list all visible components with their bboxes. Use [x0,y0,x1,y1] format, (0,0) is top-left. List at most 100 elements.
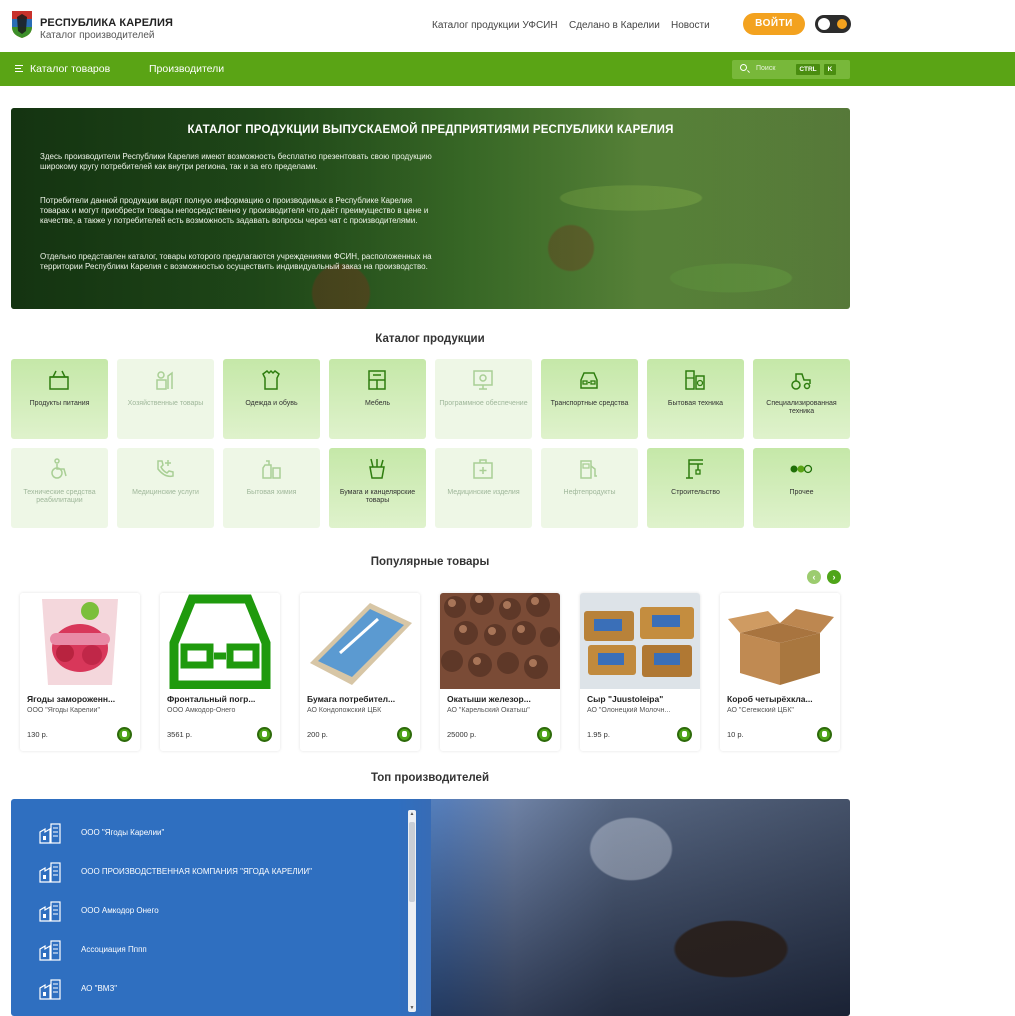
product-image[interactable] [160,593,280,689]
catalog-tile[interactable]: Бытовая техника [647,359,744,439]
menu-producers[interactable]: Производители [149,63,224,75]
producer-name[interactable]: АО "ВМЗ" [81,984,117,993]
brand[interactable]: РЕСПУБЛИКА КАРЕЛИЯ Каталог производителе… [40,17,173,41]
karelia-coat-of-arms-logo[interactable] [10,9,34,39]
producer-badge-icon[interactable] [117,727,132,742]
catalog-tile-label: Технические средства реабилитации [23,489,96,504]
producer-badge-icon[interactable] [817,727,832,742]
catalog-tile-label: Транспортные средства [550,400,629,407]
catalog-tile-label: Программное обеспечение [439,400,528,407]
catalog-tile[interactable]: Транспортные средства [541,359,638,439]
product-name[interactable]: Короб четырёхкла... [727,694,835,704]
stationery-icon [365,457,389,481]
product-maker[interactable]: АО "Карельский Окатыш" [447,707,555,714]
producer-name[interactable]: Ассоциация Пппп [81,945,147,954]
producer-name[interactable]: ООО ПРОИЗВОДСТВЕННАЯ КОМПАНИЯ "ЯГОДА КАР… [81,867,312,876]
product-price: 25000 р. [447,730,477,739]
scroll-thumb[interactable] [409,822,415,902]
producer-badge-icon[interactable] [677,727,692,742]
product-maker[interactable]: ООО "Ягоды Карелии" [27,707,135,714]
appliance-icon [683,368,707,392]
product-image[interactable] [720,593,840,689]
catalog-tile[interactable]: Хозяйственные товары [117,359,214,439]
product-name[interactable]: Ягоды замороженн... [27,694,135,704]
scroll-up-icon[interactable]: ▲ [409,811,415,817]
product-card[interactable]: Короб четырёхкла... АО "Сегежский ЦБК" 10 … [720,593,840,751]
product-image[interactable] [580,593,700,689]
medkit-icon [471,457,495,481]
catalog-tile[interactable]: Медицинские услуги [117,448,214,528]
product-card[interactable]: Фронтальный погр... ООО Амкодор-Онего 3561… [160,593,280,751]
catalog-tile[interactable]: Медицинские изделия [435,448,532,528]
product-price: 130 р. [27,730,48,739]
producer-name[interactable]: ООО "Ягоды Карелии" [81,828,164,837]
catalog-tile-label: Продукты питания [29,400,90,407]
catalog-tile[interactable]: Программное обеспечение [435,359,532,439]
producer-badge-icon[interactable] [537,727,552,742]
producers-panel: ООО "Ягоды Карелии" ООО ПРОИЗВОДСТВЕННАЯ … [11,799,850,1016]
product-card[interactable]: Бумага потребител... АО Кондопожский ЦБК 2… [300,593,420,751]
other-dots-icon [789,457,813,481]
login-button[interactable]: ВОЙТИ [743,13,805,35]
nav-link-ufsin-catalog[interactable]: Каталог продукции УФСИН [432,20,558,31]
catalog-tile[interactable]: Технические средства реабилитации [11,448,108,528]
catalog-tile[interactable]: Специализированная техника [753,359,850,439]
catalog-tile-label: Прочее [789,489,814,496]
catalog-tile[interactable]: Прочее [753,448,850,528]
product-image[interactable] [440,593,560,689]
producer-badge-icon[interactable] [257,727,272,742]
theme-toggle[interactable] [815,15,851,33]
catalog-tile[interactable]: Одежда и обувь [223,359,320,439]
catalog-tile[interactable]: Строительство [647,448,744,528]
product-maker[interactable]: АО "Олонецкий Молочн... [587,707,695,714]
top-header: РЕСПУБЛИКА КАРЕЛИЯ Каталог производителе… [0,0,1015,52]
carousel-prev-icon[interactable]: ‹ [807,570,821,584]
product-card[interactable]: Сыр "Juustoleipa" АО "Олонецкий Молочн...… [580,593,700,751]
catalog-tile[interactable]: Мебель [329,359,426,439]
chemicals-icon [259,457,283,481]
shortcut-key-k: K [824,64,836,75]
product-maker[interactable]: АО "Сегежский ЦБК" [727,707,835,714]
hero-banner: КАТАЛОГ ПРОДУКЦИИ ВЫПУСКАЕМОЙ ПРЕДПРИЯТИ… [11,108,850,309]
product-price: 200 р. [307,730,328,739]
household-goods-icon [153,368,177,392]
software-icon [471,368,495,392]
catalog-tile-label: Медицинские услуги [132,489,199,496]
catalog-tile-label: Бытовая химия [246,489,297,496]
product-name[interactable]: Фронтальный погр... [167,694,275,704]
product-card[interactable]: Ягоды замороженн... ООО "Ягоды Карелии" 13… [20,593,140,751]
carousel-next-icon[interactable]: › [827,570,841,584]
producers-scrollbar[interactable]: ▲ ▼ [408,810,416,1012]
nav-link-made-in-karelia[interactable]: Сделано в Карелии [569,20,660,31]
catalog-tile-label: Бытовая техника [667,400,724,407]
nav-link-news[interactable]: Новости [671,20,710,31]
product-price: 3561 р. [167,730,193,739]
product-name[interactable]: Бумага потребител... [307,694,415,704]
factory-icon [39,939,61,961]
catalog-tile-label: Одежда и обувь [245,400,298,407]
product-maker[interactable]: АО Кондопожский ЦБК [307,707,415,714]
product-image[interactable] [20,593,140,689]
product-name[interactable]: Сыр "Juustoleipa" [587,694,695,704]
catalog-tile[interactable]: Бумага и канцелярские товары [329,448,426,528]
food-basket-icon [47,368,71,392]
catalog-tile-label: Специализированная техника [766,400,837,415]
catalog-tile-label: Медицинские изделия [447,489,520,496]
factory-icon [39,861,61,883]
main-menu-bar: Каталог товаров Производители Поиск CTRL… [0,52,1015,86]
product-maker[interactable]: ООО Амкодор-Онего [167,707,275,714]
menu-catalog-goods[interactable]: Каталог товаров [30,63,110,75]
search-box[interactable]: Поиск CTRL K [732,60,850,79]
catalog-tile[interactable]: Нефтепродукты [541,448,638,528]
product-image[interactable] [300,593,420,689]
producer-badge-icon[interactable] [397,727,412,742]
producer-name[interactable]: ООО Амкодор Онего [81,906,159,915]
scroll-down-icon[interactable]: ▼ [409,1005,415,1011]
catalog-tile[interactable]: Продукты питания [11,359,108,439]
product-name[interactable]: Окатыши железор... [447,694,555,704]
catalog-tile[interactable]: Бытовая химия [223,448,320,528]
hamburger-icon[interactable] [15,65,23,72]
product-card[interactable]: Окатыши железор... АО "Карельский Окатыш"… [440,593,560,751]
worker-workshop-photo [431,799,850,1016]
factory-icon [39,900,61,922]
